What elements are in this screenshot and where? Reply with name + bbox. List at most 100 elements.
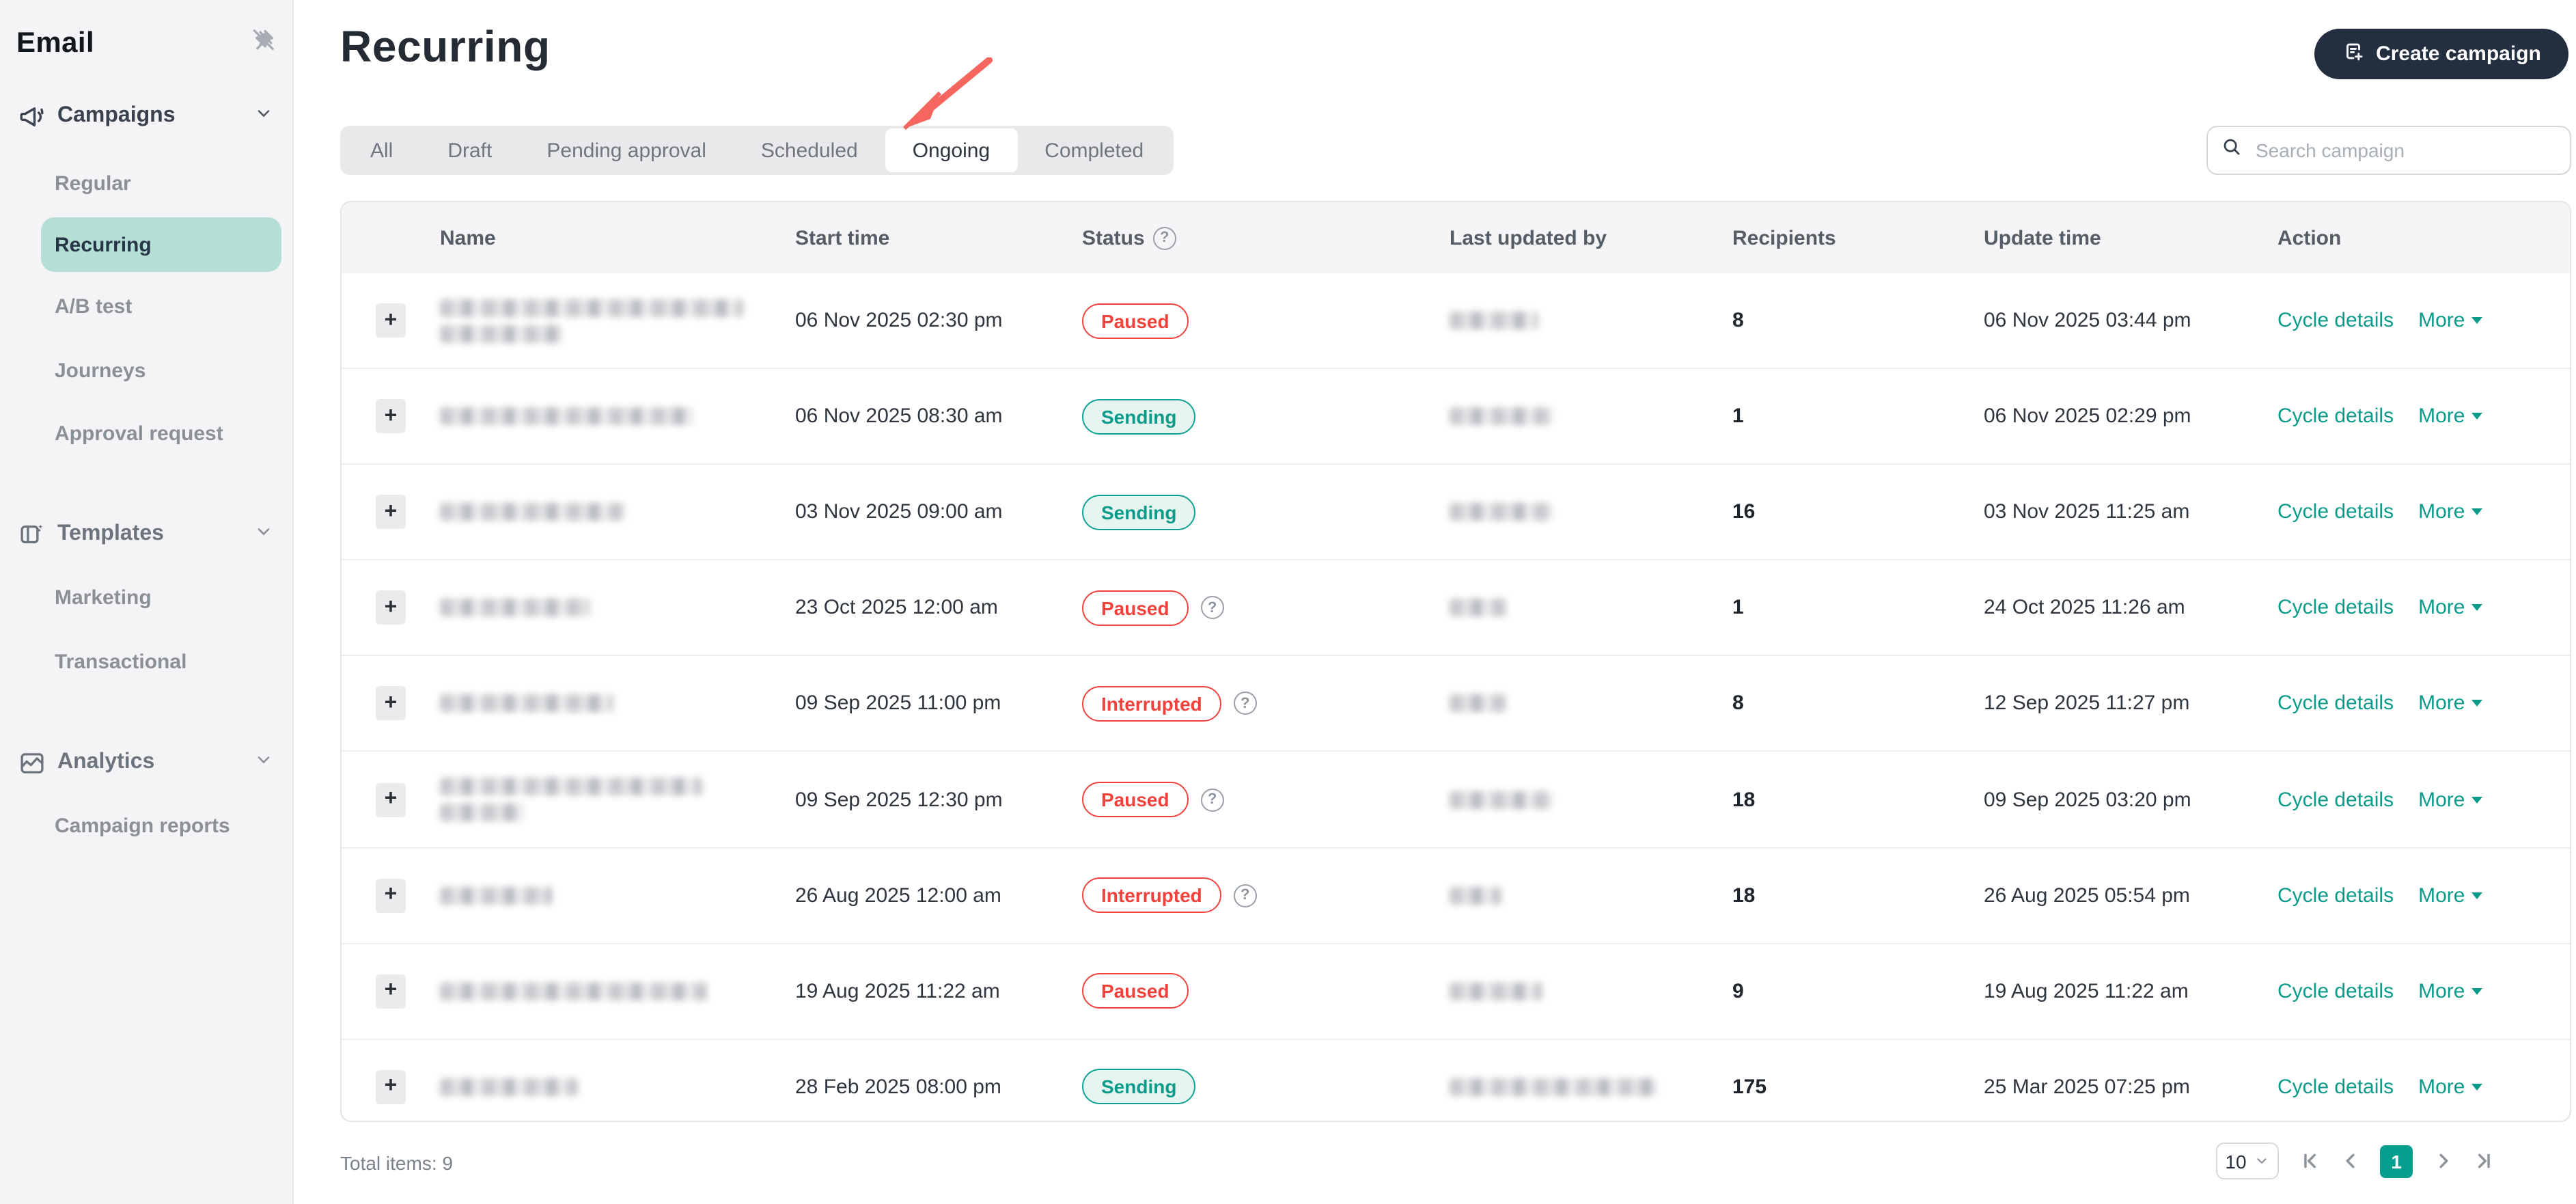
column-header-status: Status ?: [1082, 226, 1450, 249]
campaign-name-redacted[interactable]: [440, 778, 795, 822]
create-campaign-icon: [2342, 40, 2365, 68]
sidebar-item-transactional[interactable]: Transactional: [41, 634, 281, 689]
more-menu-button[interactable]: More: [2418, 309, 2483, 332]
last-updated-by-redacted: [1450, 312, 1732, 330]
sidebar-item-campaign-reports[interactable]: Campaign reports: [41, 798, 281, 853]
campaign-name-redacted[interactable]: [440, 407, 795, 426]
status-row-help-icon[interactable]: ?: [1233, 884, 1257, 907]
table-row: + 28 Feb 2025 08:00 pm Sending? 175 25 M…: [342, 1038, 2570, 1121]
more-menu-button[interactable]: More: [2418, 1076, 2483, 1099]
first-page-button[interactable]: [2298, 1150, 2320, 1172]
campaign-name-redacted[interactable]: [440, 982, 795, 1000]
expand-row-button[interactable]: +: [376, 974, 406, 1009]
sidebar-title: Email: [16, 27, 95, 59]
campaign-name-redacted[interactable]: [440, 1078, 795, 1096]
more-menu-button[interactable]: More: [2418, 597, 2483, 620]
more-menu-button[interactable]: More: [2418, 979, 2483, 1002]
status-badge: Paused: [1082, 590, 1189, 626]
caret-down-icon: [2471, 508, 2483, 516]
campaign-name-redacted[interactable]: [440, 503, 795, 521]
sidebar-group-analytics[interactable]: Analytics: [16, 748, 276, 778]
status-row-help-icon[interactable]: ?: [1200, 596, 1224, 620]
table-row: + 09 Sep 2025 12:30 pm Paused? 18 09 Sep…: [342, 750, 2570, 847]
tab-completed[interactable]: Completed: [1017, 128, 1171, 172]
search-box: [2206, 126, 2571, 175]
more-menu-button[interactable]: More: [2418, 500, 2483, 523]
sidebar-group-campaigns[interactable]: Campaigns: [16, 101, 276, 131]
tab-pending-approval[interactable]: Pending approval: [519, 128, 734, 172]
more-menu-button[interactable]: More: [2418, 788, 2483, 811]
campaign-name-redacted[interactable]: [440, 886, 795, 905]
more-menu-button[interactable]: More: [2418, 884, 2483, 907]
recipients-count: 1: [1732, 596, 1744, 620]
create-campaign-button[interactable]: Create campaign: [2314, 29, 2568, 79]
last-updated-by-redacted: [1450, 1078, 1732, 1096]
status-badge: Paused: [1082, 973, 1189, 1009]
status-help-icon[interactable]: ?: [1152, 226, 1176, 249]
campaign-name-redacted[interactable]: [440, 599, 795, 617]
cycle-details-link[interactable]: Cycle details: [2277, 500, 2394, 523]
last-page-button[interactable]: [2473, 1150, 2495, 1172]
cycle-details-link[interactable]: Cycle details: [2277, 788, 2394, 811]
sidebar-item-marketing[interactable]: Marketing: [41, 570, 281, 625]
expand-row-button[interactable]: +: [376, 878, 406, 913]
sidebar-item-ab-test[interactable]: A/B test: [41, 279, 281, 333]
expand-row-button[interactable]: +: [376, 495, 406, 530]
tab-draft[interactable]: Draft: [420, 128, 519, 172]
status-row-help-icon[interactable]: ?: [1200, 788, 1224, 812]
expand-row-button[interactable]: +: [376, 686, 406, 721]
start-time: 23 Oct 2025 12:00 am: [795, 596, 998, 620]
tab-ongoing[interactable]: Ongoing: [885, 128, 1018, 172]
column-header-last-updated-by: Last updated by: [1450, 226, 1607, 249]
cycle-details-link[interactable]: Cycle details: [2277, 597, 2394, 620]
start-time: 28 Feb 2025 08:00 pm: [795, 1075, 1001, 1099]
sidebar-item-journeys[interactable]: Journeys: [41, 343, 281, 398]
unpin-icon[interactable]: [250, 27, 276, 60]
page-number-button[interactable]: 1: [2380, 1145, 2413, 1177]
sidebar-group-templates[interactable]: Templates: [16, 519, 276, 549]
cycle-details-link[interactable]: Cycle details: [2277, 692, 2394, 715]
page-size-select[interactable]: 10: [2216, 1143, 2279, 1179]
recipients-count: 18: [1732, 788, 1756, 812]
next-page-button[interactable]: [2432, 1150, 2454, 1172]
recipients-count: 1: [1732, 405, 1744, 428]
expand-row-button[interactable]: +: [376, 782, 406, 817]
update-time: 25 Mar 2025 07:25 pm: [1984, 1075, 2190, 1099]
cycle-details-link[interactable]: Cycle details: [2277, 979, 2394, 1002]
start-time: 06 Nov 2025 02:30 pm: [795, 309, 1003, 333]
tab-scheduled[interactable]: Scheduled: [734, 128, 885, 172]
status-badge: Sending: [1082, 398, 1196, 435]
caret-down-icon: [2471, 796, 2483, 804]
previous-page-button[interactable]: [2339, 1150, 2361, 1172]
more-menu-button[interactable]: More: [2418, 405, 2483, 428]
last-updated-by-redacted: [1450, 791, 1732, 809]
cycle-details-link[interactable]: Cycle details: [2277, 309, 2394, 332]
chevron-down-icon: [254, 103, 276, 129]
cycle-details-link[interactable]: Cycle details: [2277, 405, 2394, 428]
status-badge: Sending: [1082, 1069, 1196, 1105]
sidebar-item-recurring[interactable]: Recurring: [41, 217, 281, 272]
expand-row-button[interactable]: +: [376, 1069, 406, 1104]
search-input[interactable]: [2253, 138, 2556, 163]
campaign-name-redacted[interactable]: [440, 694, 795, 713]
sidebar-header: Email: [16, 27, 276, 60]
sidebar-item-regular[interactable]: Regular: [41, 156, 281, 210]
recipients-count: 18: [1732, 884, 1756, 907]
expand-row-button[interactable]: +: [376, 303, 406, 338]
expand-row-button[interactable]: +: [376, 399, 406, 434]
expand-row-button[interactable]: +: [376, 590, 406, 625]
cycle-details-link[interactable]: Cycle details: [2277, 1076, 2394, 1099]
caret-down-icon: [2471, 892, 2483, 899]
campaign-name-redacted[interactable]: [440, 299, 795, 343]
search-icon: [2221, 137, 2242, 164]
status-badge: Sending: [1082, 494, 1196, 530]
table-row: + 23 Oct 2025 12:00 am Paused? 1 24 Oct …: [342, 559, 2570, 655]
tab-all[interactable]: All: [343, 128, 420, 172]
chevron-down-icon: [254, 521, 276, 547]
status-row-help-icon[interactable]: ?: [1233, 692, 1257, 715]
update-time: 09 Sep 2025 03:20 pm: [1984, 788, 2191, 812]
cycle-details-link[interactable]: Cycle details: [2277, 884, 2394, 907]
last-updated-by-redacted: [1450, 599, 1732, 617]
more-menu-button[interactable]: More: [2418, 692, 2483, 715]
sidebar-item-approval-request[interactable]: Approval request: [41, 406, 281, 461]
